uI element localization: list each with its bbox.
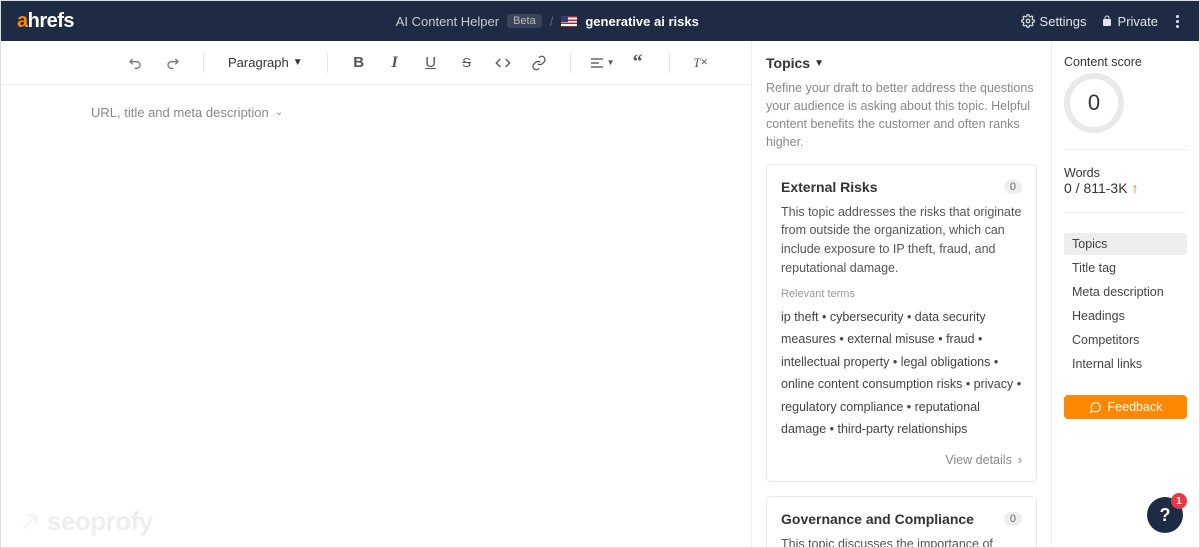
product-name: AI Content Helper — [396, 14, 499, 29]
header-right: Settings Private — [1021, 11, 1183, 32]
logo-rest: hrefs — [28, 10, 74, 32]
chevron-down-icon: ▼ — [293, 57, 303, 68]
editor-toolbar: Paragraph ▼ B I U S ▼ “ T✕ — [1, 41, 751, 85]
divider — [669, 53, 670, 73]
underline-button[interactable]: U — [416, 48, 446, 78]
topics-title-text: Topics — [766, 55, 810, 71]
topic-card-score: 0 — [1004, 512, 1022, 526]
header-breadcrumb: AI Content Helper Beta / generative ai r… — [86, 14, 1009, 29]
topics-panel-desc: Refine your draft to better address the … — [766, 79, 1037, 152]
nav-topics[interactable]: Topics — [1064, 233, 1187, 255]
content-score-value: 0 — [1064, 73, 1124, 133]
bold-button[interactable]: B — [344, 48, 374, 78]
topics-panel-title[interactable]: Topics ▼ — [766, 55, 1037, 71]
feedback-label: Feedback — [1108, 400, 1163, 414]
topic-name[interactable]: generative ai risks — [585, 14, 698, 29]
topic-card-score: 0 — [1004, 180, 1022, 194]
strike-button[interactable]: S — [452, 48, 482, 78]
undo-button[interactable] — [121, 48, 151, 78]
divider — [570, 53, 571, 73]
editor-body[interactable]: URL, title and meta description ⌄ — [1, 85, 751, 547]
divider — [1064, 149, 1187, 150]
topics-panel: Topics ▼ Refine your draft to better add… — [751, 41, 1051, 547]
chat-icon — [1089, 401, 1102, 414]
gear-icon — [1021, 14, 1035, 28]
link-button[interactable] — [524, 48, 554, 78]
topic-card-terms: ip theft • cybersecurity • data security… — [781, 306, 1022, 441]
app-header: ahrefs AI Content Helper Beta / generati… — [1, 1, 1199, 41]
url-title-meta-toggle[interactable]: URL, title and meta description ⌄ — [91, 105, 691, 120]
nav-list: Topics Title tag Meta description Headin… — [1064, 233, 1187, 375]
watermark-text: seoprofy — [47, 506, 153, 537]
words-value: 0 / 811-3K — [1064, 180, 1128, 196]
beta-badge: Beta — [507, 14, 542, 28]
help-button[interactable]: ? 1 — [1147, 497, 1183, 533]
redo-button[interactable] — [157, 48, 187, 78]
nav-title-tag[interactable]: Title tag — [1064, 257, 1187, 279]
arrow-icon — [19, 511, 41, 533]
logo-a: a — [17, 10, 28, 32]
chevron-down-icon: ⌄ — [275, 107, 283, 118]
score-panel: Content score 0 Words 0 / 811-3K ↑ Topic… — [1051, 41, 1199, 547]
url-meta-label: URL, title and meta description — [91, 105, 269, 120]
nav-competitors[interactable]: Competitors — [1064, 329, 1187, 351]
view-details-label: View details — [945, 453, 1011, 467]
chevron-down-icon: ▼ — [814, 58, 824, 69]
words-label: Words — [1064, 166, 1187, 180]
italic-button[interactable]: I — [380, 48, 410, 78]
private-label: Private — [1118, 14, 1158, 29]
relevant-terms-label: Relevant terms — [781, 288, 1022, 300]
clear-format-button[interactable]: T✕ — [686, 48, 716, 78]
arrow-up-icon: ↑ — [1132, 180, 1139, 196]
words-value-row: 0 / 811-3K ↑ — [1064, 180, 1187, 196]
words-section: Words 0 / 811-3K ↑ — [1064, 166, 1187, 196]
topic-card: External Risks 0 This topic addresses th… — [766, 164, 1037, 482]
nav-meta-description[interactable]: Meta description — [1064, 281, 1187, 303]
nav-headings[interactable]: Headings — [1064, 305, 1187, 327]
private-link[interactable]: Private — [1101, 14, 1158, 29]
topic-card-desc: This topic discusses the importance of g… — [781, 535, 1022, 548]
logo[interactable]: ahrefs — [17, 10, 74, 33]
chevron-right-icon: › — [1018, 453, 1022, 467]
content-score-label: Content score — [1064, 55, 1187, 69]
settings-link[interactable]: Settings — [1021, 14, 1087, 29]
main-layout: Paragraph ▼ B I U S ▼ “ T✕ URL, title an… — [1, 41, 1199, 547]
help-badge: 1 — [1171, 493, 1187, 509]
topic-card-title: External Risks — [781, 179, 878, 195]
feedback-button[interactable]: Feedback — [1064, 395, 1187, 419]
flag-us-icon — [561, 16, 577, 27]
breadcrumb-divider: / — [550, 14, 554, 29]
divider — [203, 53, 204, 73]
quote-button[interactable]: “ — [623, 48, 653, 78]
topic-card: Governance and Compliance 0 This topic d… — [766, 496, 1037, 548]
paragraph-label: Paragraph — [228, 55, 289, 70]
align-button[interactable]: ▼ — [587, 48, 617, 78]
topic-card-desc: This topic addresses the risks that orig… — [781, 203, 1022, 278]
menu-kebab-icon[interactable] — [1172, 11, 1183, 32]
watermark: seoprofy — [19, 506, 153, 537]
divider — [327, 53, 328, 73]
view-details-link[interactable]: View details › — [781, 453, 1022, 467]
settings-label: Settings — [1040, 14, 1087, 29]
nav-internal-links[interactable]: Internal links — [1064, 353, 1187, 375]
lock-icon — [1101, 15, 1113, 27]
content-score-section: Content score 0 — [1064, 55, 1187, 133]
code-button[interactable] — [488, 48, 518, 78]
divider — [1064, 212, 1187, 213]
paragraph-dropdown[interactable]: Paragraph ▼ — [220, 55, 311, 70]
editor-area: Paragraph ▼ B I U S ▼ “ T✕ URL, title an… — [1, 41, 751, 547]
topic-card-title: Governance and Compliance — [781, 511, 974, 527]
